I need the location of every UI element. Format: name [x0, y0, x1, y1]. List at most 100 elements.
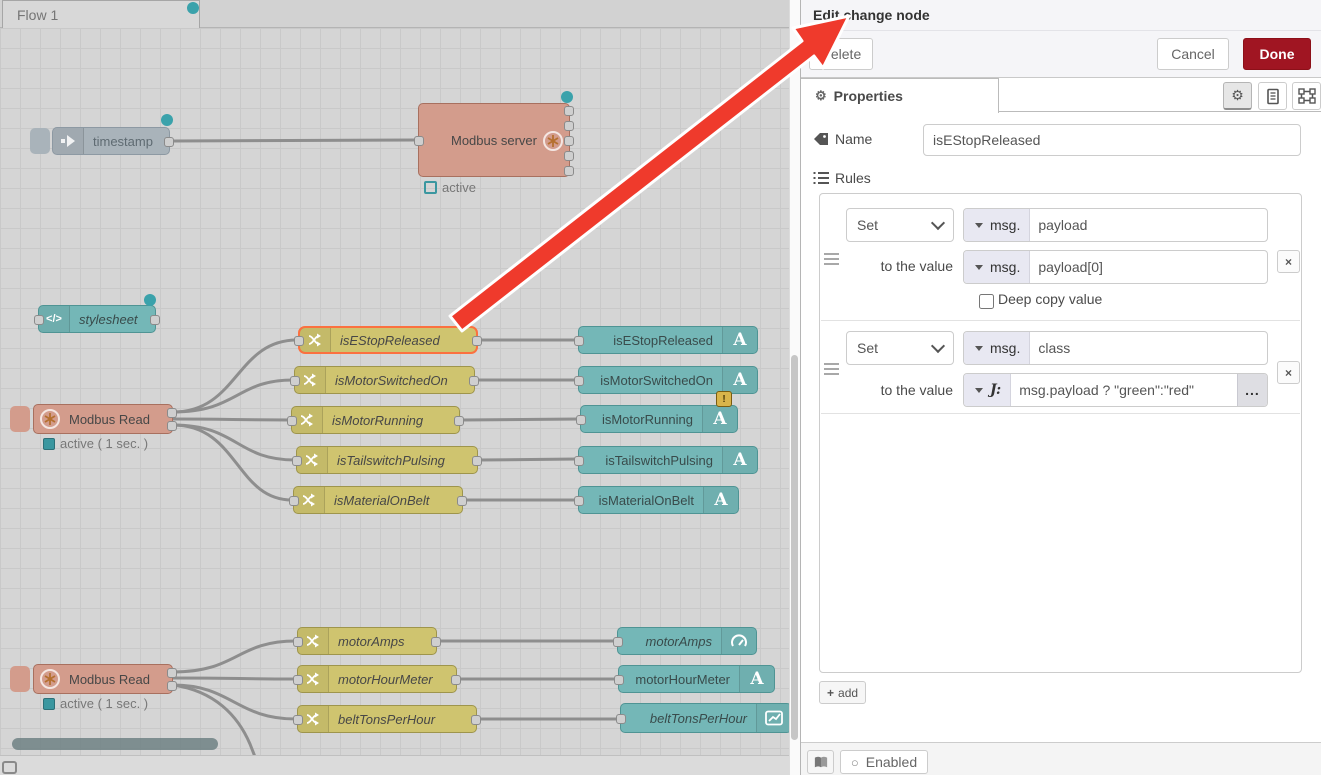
node-label: isEStopReleased [331, 333, 449, 348]
canvas-vscroll-thumb[interactable] [791, 355, 798, 740]
node-chart-beltTonsPerHour[interactable]: beltTonsPerHour [620, 703, 792, 733]
modbus-read-button[interactable] [10, 666, 30, 692]
node-text-isMotorSwitchedOn[interactable]: isMotorSwitchedOn A [578, 366, 758, 394]
output-port[interactable] [471, 715, 481, 725]
output-port[interactable] [472, 456, 482, 466]
rule2-expression-input[interactable]: J: msg.payload ? "green":"red" ... [963, 373, 1268, 407]
node-label: beltTonsPerHour [641, 711, 756, 726]
node-modbus-read-bottom[interactable]: Modbus Read [33, 664, 173, 694]
output-port-2[interactable] [564, 121, 574, 131]
circle-icon: ○ [851, 755, 859, 770]
canvas-nav-icon[interactable] [2, 761, 18, 775]
rule1-property-type[interactable]: msg. [964, 209, 1030, 241]
rule2-delete-button[interactable]: × [1277, 361, 1300, 384]
input-port[interactable] [574, 456, 584, 466]
edit-properties-icon-button[interactable]: ⚙ [1223, 82, 1252, 110]
output-port[interactable] [457, 496, 467, 506]
output-port[interactable] [164, 137, 174, 147]
rule1-property-input[interactable]: msg. payload [963, 208, 1268, 242]
output-port-1[interactable] [564, 106, 574, 116]
node-text-isTailswitchPulsing[interactable]: isTailswitchPulsing A [578, 446, 758, 474]
caret-down-icon [975, 388, 983, 393]
chart-icon [756, 704, 791, 732]
input-port[interactable] [293, 715, 303, 725]
modbus-read-button[interactable] [10, 406, 30, 432]
input-port[interactable] [34, 315, 44, 325]
node-change-isEStopReleased[interactable]: isEStopReleased [298, 326, 478, 354]
output-port-2[interactable] [167, 421, 177, 431]
node-modbus-read-top[interactable]: Modbus Read [33, 404, 173, 434]
node-text-isMaterialOnBelt[interactable]: isMaterialOnBelt A [578, 486, 739, 514]
output-port[interactable] [150, 315, 160, 325]
node-change-isMotorSwitchedOn[interactable]: isMotorSwitchedOn [294, 366, 475, 394]
input-port[interactable] [293, 637, 303, 647]
output-port[interactable] [469, 376, 479, 386]
rule1-drag-handle[interactable] [824, 253, 839, 266]
appearance-icon-button[interactable] [1292, 82, 1321, 110]
node-change-motorHourMeter[interactable]: motorHourMeter [297, 665, 457, 693]
name-input[interactable] [923, 124, 1301, 156]
description-icon-button[interactable] [1258, 82, 1287, 110]
delete-button[interactable]: Delete [809, 38, 873, 70]
rule2-property-type[interactable]: msg. [964, 332, 1030, 364]
enabled-toggle-button[interactable]: ○ Enabled [840, 750, 928, 774]
node-change-isTailswitchPulsing[interactable]: isTailswitchPulsing [296, 446, 478, 474]
node-text-motorHourMeter[interactable]: motorHourMeter A [618, 665, 775, 693]
rule1-value-input[interactable]: msg. payload[0] [963, 250, 1268, 284]
output-port[interactable] [431, 637, 441, 647]
input-port[interactable] [576, 415, 586, 425]
rule1-delete-button[interactable]: × [1277, 250, 1300, 273]
output-port[interactable] [451, 675, 461, 685]
node-text-isEStopReleased[interactable]: isEStopReleased A [578, 326, 758, 354]
input-port[interactable] [574, 496, 584, 506]
input-port[interactable] [293, 675, 303, 685]
tab-flow1[interactable]: Flow 1 [2, 0, 200, 28]
node-text-isMotorRunning[interactable]: isMotorRunning A [580, 405, 738, 433]
output-port[interactable] [472, 336, 482, 346]
node-change-motorAmps[interactable]: motorAmps [297, 627, 437, 655]
rule-divider [821, 413, 1300, 414]
input-port[interactable] [614, 675, 624, 685]
node-change-isMaterialOnBelt[interactable]: isMaterialOnBelt [293, 486, 463, 514]
output-port-1[interactable] [167, 668, 177, 678]
node-change-beltTonsPerHour[interactable]: beltTonsPerHour [297, 705, 477, 733]
deep-copy-checkbox[interactable] [979, 294, 994, 309]
inject-button[interactable] [30, 128, 50, 154]
node-gauge-motorAmps[interactable]: motorAmps [617, 627, 757, 655]
node-stylesheet[interactable]: </> stylesheet [38, 305, 156, 333]
input-port[interactable] [287, 416, 297, 426]
input-port[interactable] [290, 376, 300, 386]
done-button[interactable]: Done [1243, 38, 1311, 70]
node-change-isMotorRunning[interactable]: isMotorRunning [291, 406, 460, 434]
rule2-drag-handle[interactable] [824, 363, 839, 376]
input-port[interactable] [613, 637, 623, 647]
output-port-1[interactable] [167, 408, 177, 418]
node-modbus-server[interactable]: Modbus server [418, 103, 570, 177]
input-port[interactable] [289, 496, 299, 506]
library-button[interactable] [807, 750, 834, 774]
input-port[interactable] [574, 336, 584, 346]
output-port[interactable] [454, 416, 464, 426]
expand-expression-button[interactable]: ... [1237, 374, 1267, 406]
input-port[interactable] [294, 336, 304, 346]
add-rule-button[interactable]: + add [819, 681, 866, 704]
input-port[interactable] [414, 136, 424, 146]
rule2-property-input[interactable]: msg. class [963, 331, 1268, 365]
output-port-2[interactable] [167, 681, 177, 691]
output-port-5[interactable] [564, 166, 574, 176]
node-inject-timestamp[interactable]: timestamp [52, 127, 170, 155]
chevron-down-icon [931, 216, 945, 230]
output-port-3[interactable] [564, 136, 574, 146]
rule1-action-select[interactable]: Set [846, 208, 954, 242]
rule2-action-select[interactable]: Set [846, 331, 954, 365]
input-port[interactable] [574, 376, 584, 386]
input-port[interactable] [292, 456, 302, 466]
rule2-value-type[interactable]: J: [964, 374, 1011, 406]
tab-properties[interactable]: ⚙ Properties [801, 78, 999, 113]
input-port[interactable] [616, 714, 626, 724]
output-port-4[interactable] [564, 151, 574, 161]
cancel-button[interactable]: Cancel [1157, 38, 1229, 70]
status-icon [43, 698, 55, 710]
horizontal-scrollbar[interactable] [12, 738, 218, 750]
rule1-value-type[interactable]: msg. [964, 251, 1030, 283]
